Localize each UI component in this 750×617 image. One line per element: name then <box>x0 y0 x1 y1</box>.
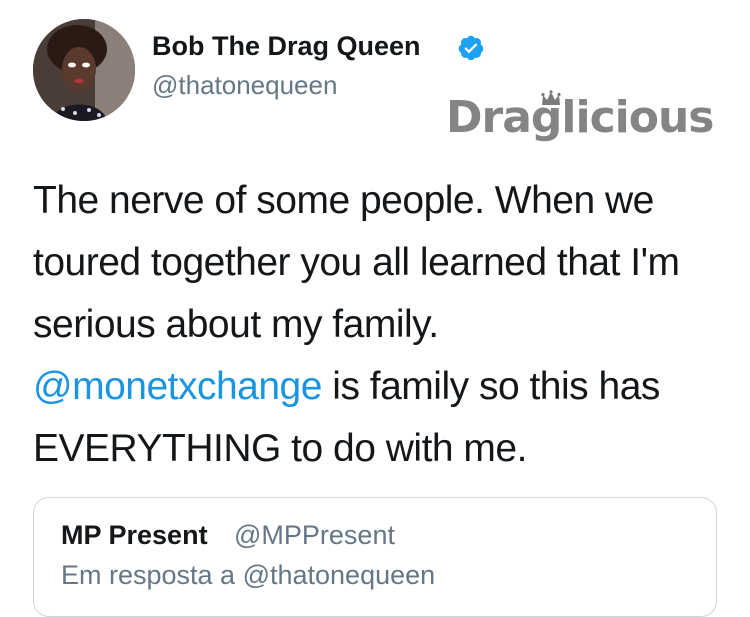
avatar[interactable] <box>33 19 135 121</box>
author-name[interactable]: Bob The Drag Queen <box>152 31 421 62</box>
quoted-tweet-card[interactable]: MP Present @MPPresent Em resposta a @tha… <box>33 497 717 617</box>
avatar-image <box>33 19 135 121</box>
verified-badge-icon <box>458 35 484 61</box>
tweet-text: The nerve of some people. When we toured… <box>33 170 733 480</box>
tweet-text-line: toured together you all learned that I'm <box>33 241 680 284</box>
tweet-text-line: @monetxchange is family so this has <box>33 356 733 418</box>
crown-icon <box>541 90 561 105</box>
tweet-text-line: The nerve of some people. When we <box>33 179 654 222</box>
quoted-author-handle: @MPPresent <box>234 520 395 550</box>
quoted-reply-context: Em resposta a @thatonequeen <box>61 560 436 590</box>
tweet: Bob The Drag Queen @thatonequeen Draglic… <box>0 0 750 617</box>
tweet-text-line: EVERYTHING to do with me. <box>33 427 527 470</box>
watermark: Draglicious <box>446 90 714 167</box>
quoted-author-name: MP Present <box>61 520 208 550</box>
tweet-text-fragment: is family so this has <box>321 365 660 408</box>
mention-link[interactable]: @monetxchange <box>33 365 322 408</box>
author-handle[interactable]: @thatonequeen <box>152 70 337 101</box>
tweet-text-line: serious about my family. <box>33 303 439 346</box>
watermark-logo: Draglicious <box>446 92 714 143</box>
